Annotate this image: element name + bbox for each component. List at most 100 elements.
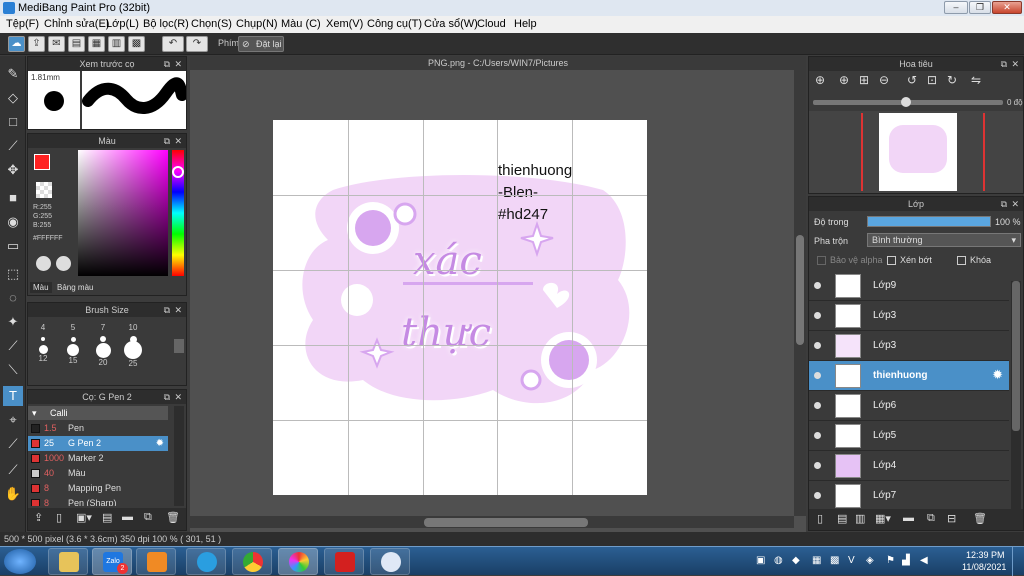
duplicate-icon[interactable]: ⧉ (144, 511, 152, 524)
maximize-button[interactable]: ❐ (969, 1, 991, 14)
layer-row[interactable]: Lớp3 (809, 301, 1009, 331)
layer-row[interactable]: Lớp4 (809, 451, 1009, 481)
brush-icon[interactable]: ✎ (3, 64, 23, 84)
brush-group[interactable]: ▾ Calli (28, 406, 168, 420)
clipping-checkbox[interactable] (887, 256, 896, 265)
brush-item[interactable]: 25 G Pen 2 ✹ (28, 436, 168, 451)
zoom-in-icon[interactable]: ⊕ (839, 73, 849, 87)
close-icon[interactable]: ✕ (174, 390, 182, 404)
undock-icon[interactable]: ⧉ (164, 390, 170, 404)
lock-checkbox[interactable] (957, 256, 966, 265)
move-icon[interactable]: ✥ (3, 160, 23, 180)
menu-help[interactable]: Help (514, 18, 537, 30)
page-icon[interactable]: ▦ (88, 36, 105, 52)
scrollbar[interactable] (174, 339, 184, 353)
layer-row[interactable]: Lớp3 (809, 331, 1009, 361)
flip-icon[interactable]: ⇋ (971, 73, 981, 87)
taskbar-chrome[interactable] (232, 548, 272, 575)
cloud-icon[interactable]: ☁ (8, 36, 25, 52)
horizontal-scrollbar[interactable] (190, 516, 794, 528)
eraser-icon[interactable]: ◇ (3, 88, 23, 108)
gear-icon[interactable]: ✹ (992, 367, 1003, 383)
tray-icon[interactable]: ▣ (756, 555, 765, 566)
layer-row[interactable]: Lớp9 (809, 271, 1009, 301)
redo-icon[interactable]: ↷ (186, 36, 208, 52)
document-icon[interactable]: ▤ (68, 36, 85, 52)
tray-icon[interactable]: ◈ (866, 555, 874, 566)
opacity-slider[interactable] (867, 216, 991, 227)
select-eraser-icon[interactable]: ⟍ (3, 360, 23, 380)
palette-icon[interactable] (36, 256, 51, 271)
folder-icon[interactable]: ▬ (122, 511, 133, 523)
magic-wand-icon[interactable]: ✦ (3, 312, 23, 332)
comment-icon[interactable]: ✉ (48, 36, 65, 52)
menu-edit[interactable]: Chỉnh sửa(E) (44, 18, 109, 30)
eye-icon[interactable] (814, 492, 821, 499)
brush-menu-icon[interactable]: ▣▾ (76, 511, 92, 524)
eye-icon[interactable] (814, 432, 821, 439)
transparent-color-swatch[interactable] (36, 182, 52, 198)
fill-icon[interactable]: ■ (3, 188, 23, 208)
menu-select[interactable]: Chọn(S) (191, 18, 232, 30)
taskbar-zalo[interactable]: Zalo 2 (92, 548, 132, 575)
volume-icon[interactable]: ◀ (920, 555, 928, 566)
merge-icon[interactable]: ⊟ (947, 512, 956, 525)
layer-row[interactable]: Lớp7 (809, 481, 1009, 511)
show-desktop-button[interactable] (1012, 547, 1024, 576)
vertical-scroll-thumb[interactable] (796, 235, 804, 345)
select-pen-icon[interactable]: ⟋ (3, 336, 23, 356)
flag-icon[interactable]: ⚑ (886, 555, 895, 566)
menu-window[interactable]: Cửa sổ(W) (424, 18, 478, 30)
menu-layer[interactable]: Lớp(L) (106, 18, 139, 30)
eye-icon[interactable] (814, 312, 821, 319)
duplicate-icon[interactable]: ⧉ (927, 512, 935, 525)
add-layer-icon[interactable]: ▯ (817, 512, 823, 525)
eye-icon[interactable] (814, 282, 821, 289)
layer-scrollbar[interactable] (1011, 281, 1021, 511)
tray-icon[interactable]: ▦ (812, 555, 821, 566)
undock-icon[interactable]: ⧉ (164, 57, 170, 71)
eyedropper-icon[interactable]: ⟋ (3, 460, 23, 480)
brush-size-cell[interactable]: 15 (58, 343, 88, 373)
trash-icon[interactable]: 🗑 (166, 511, 180, 524)
close-icon[interactable]: ✕ (1011, 197, 1019, 211)
rotate-right-icon[interactable]: ↻ (947, 73, 957, 87)
undock-icon[interactable]: ⧉ (164, 134, 170, 148)
tray-icon[interactable]: ▩ (830, 555, 839, 566)
layer-row[interactable]: Lớp6 (809, 391, 1009, 421)
brush-item[interactable]: 40 Màu (28, 466, 168, 481)
menu-view[interactable]: Xem(V) (326, 18, 363, 30)
document-tab[interactable]: PNG.png - C:/Users/WIN7/Pictures (190, 56, 806, 70)
tab-color[interactable]: Màu (30, 282, 52, 293)
document-canvas[interactable]: xác thực thienhuong -Blen- #hd247 (273, 120, 647, 495)
tray-icon[interactable]: ◍ (774, 555, 783, 566)
eye-icon[interactable] (814, 462, 821, 469)
close-icon[interactable]: ✕ (174, 134, 182, 148)
zoom-icon[interactable]: ⊕ (815, 73, 825, 87)
grid-icon[interactable]: ▩ (128, 36, 145, 52)
hand-icon[interactable]: ✋ (3, 484, 23, 504)
menu-tools[interactable]: Công cụ(T) (367, 18, 422, 30)
new-brush-icon[interactable]: ▯ (56, 511, 62, 524)
rotate-left-icon[interactable]: ↺ (907, 73, 917, 87)
snap-reset-button[interactable]: ⊘ Đặt lại (238, 36, 284, 52)
add-halftone-layer-icon[interactable]: ▤ (837, 512, 847, 525)
brush-size-cell[interactable]: 25 (118, 341, 148, 371)
close-icon[interactable]: ✕ (174, 303, 182, 317)
network-icon[interactable]: ▟ (902, 555, 910, 566)
start-button[interactable] (4, 549, 36, 574)
divide-icon[interactable]: ⟋ (3, 434, 23, 454)
menu-cloud[interactable]: Cloud (477, 18, 506, 30)
layer-row[interactable]: thienhuong ✹ (809, 361, 1009, 391)
layer-row[interactable]: Lớp5 (809, 421, 1009, 451)
undock-icon[interactable]: ⧉ (1001, 197, 1007, 211)
taskbar-media-player[interactable] (136, 548, 176, 575)
saturation-value-picker[interactable] (78, 150, 168, 276)
blend-mode-select[interactable]: Bình thường ▾ (867, 233, 1021, 247)
text-icon[interactable]: T (3, 386, 23, 406)
lasso-icon[interactable]: ◌ (3, 288, 23, 308)
grid-settings-icon[interactable]: ▥ (108, 36, 125, 52)
close-button[interactable]: ✕ (992, 1, 1022, 14)
operation-icon[interactable]: ⌖ (3, 410, 23, 430)
fit-icon[interactable]: ⊞ (859, 73, 869, 87)
